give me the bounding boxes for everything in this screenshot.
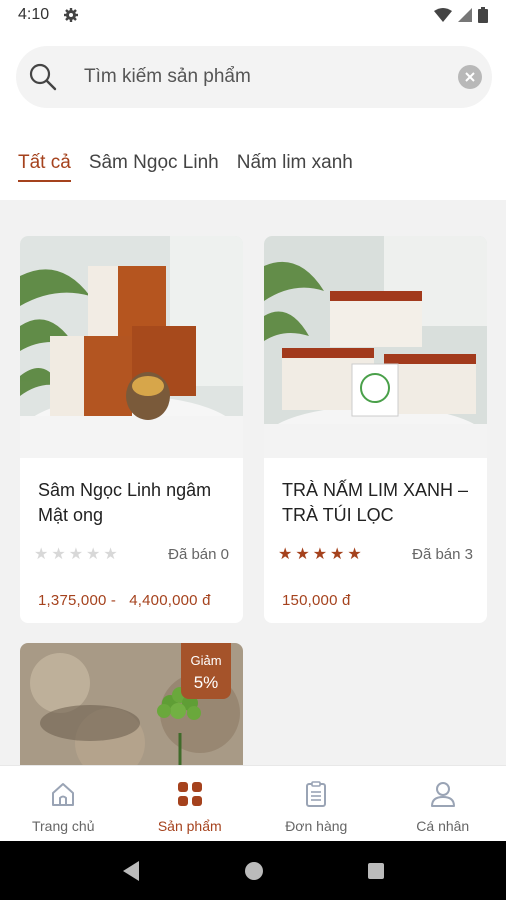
- nav-label: Cá nhân: [416, 818, 470, 834]
- star-icon: ★: [68, 546, 84, 563]
- product-grid: Sâm Ngọc Linh ngâm Mật ong ★ ★ ★ ★ ★ Đã …: [0, 200, 506, 765]
- grid-icon[interactable]: [176, 780, 204, 808]
- product-price: 1,375,000 - 4,400,000 đ: [38, 592, 211, 609]
- product-image[interactable]: [20, 236, 243, 458]
- status-bar: 4:10: [0, 0, 506, 30]
- nav-item-profile[interactable]: Cá nhân: [380, 766, 506, 841]
- nav-label: Sản phẩm: [157, 818, 222, 834]
- product-meta: ★ ★ ★ ★ ★ Đã bán 3: [264, 544, 487, 564]
- battery-icon: [478, 7, 488, 23]
- search-icon[interactable]: [28, 62, 58, 92]
- search-input[interactable]: Tìm kiếm sản phẩm: [84, 66, 251, 88]
- sold-count: Đã bán 3: [412, 545, 473, 563]
- gear-icon: [64, 8, 79, 22]
- star-icon: ★: [86, 546, 101, 563]
- star-icon: ★: [312, 546, 328, 563]
- product-title[interactable]: TRÀ NẤM LIM XANH – TRÀ TÚI LỌC: [264, 458, 487, 544]
- rating-stars: ★ ★ ★ ★ ★: [278, 544, 362, 564]
- product-card[interactable]: Sâm Ngọc Linh ngâm Mật ong ★ ★ ★ ★ ★ Đã …: [20, 236, 243, 623]
- star-icon: ★: [51, 546, 66, 563]
- clear-icon[interactable]: [458, 65, 482, 89]
- product-meta: ★ ★ ★ ★ ★ Đã bán 0: [20, 544, 243, 564]
- back-icon[interactable]: [121, 860, 141, 882]
- rating-stars: ★ ★ ★ ★ ★: [34, 544, 118, 564]
- bottom-nav: Trang chủ Sản phẩm Đơn hàng Cá nhân: [0, 765, 506, 841]
- signal-icon: [458, 8, 472, 22]
- sold-count: Đã bán 0: [168, 545, 229, 563]
- home-circle-icon[interactable]: [244, 861, 264, 881]
- nav-label: Đơn hàng: [285, 818, 348, 834]
- discount-badge: Giảm 5%: [181, 643, 231, 699]
- star-icon: ★: [103, 546, 118, 563]
- nav-item-home[interactable]: Trang chủ: [0, 766, 127, 841]
- star-icon: ★: [347, 546, 362, 563]
- category-tabs: Tất cả Sâm Ngọc Linh Nấm lim xanh: [18, 152, 353, 182]
- tab-all[interactable]: Tất cả: [18, 152, 71, 182]
- tab-nam-lim-xanh[interactable]: Nấm lim xanh: [237, 152, 353, 182]
- status-icons: [434, 7, 488, 23]
- product-card[interactable]: Giảm 5%: [20, 643, 243, 765]
- star-icon: ★: [330, 546, 345, 563]
- recents-icon[interactable]: [367, 862, 385, 880]
- star-icon: ★: [278, 546, 293, 563]
- system-nav-bar: [0, 841, 506, 900]
- tab-sam-ngoc-linh[interactable]: Sâm Ngọc Linh: [89, 152, 219, 182]
- product-title[interactable]: Sâm Ngọc Linh ngâm Mật ong: [20, 458, 243, 544]
- person-icon[interactable]: [429, 780, 457, 808]
- nav-label: Trang chủ: [31, 818, 95, 834]
- header: Tìm kiếm sản phẩm Tất cả Sâm Ngọc Linh N…: [0, 30, 506, 200]
- product-image[interactable]: Giảm 5%: [20, 643, 243, 765]
- star-icon: ★: [295, 546, 310, 563]
- search-bar[interactable]: Tìm kiếm sản phẩm: [16, 46, 492, 108]
- wifi-icon: [434, 8, 452, 22]
- discount-label: Giảm: [190, 653, 222, 668]
- product-image[interactable]: [264, 236, 487, 458]
- nav-item-products[interactable]: Sản phẩm: [127, 766, 254, 841]
- product-price: 150,000 đ: [282, 592, 351, 609]
- star-icon: ★: [34, 546, 49, 563]
- discount-value: 5%: [193, 673, 219, 692]
- status-time: 4:10: [18, 6, 50, 23]
- clipboard-icon[interactable]: [302, 780, 330, 808]
- home-icon[interactable]: [49, 780, 77, 808]
- nav-item-orders[interactable]: Đơn hàng: [253, 766, 380, 841]
- product-card[interactable]: TRÀ NẤM LIM XANH – TRÀ TÚI LỌC ★ ★ ★ ★ ★…: [264, 236, 487, 623]
